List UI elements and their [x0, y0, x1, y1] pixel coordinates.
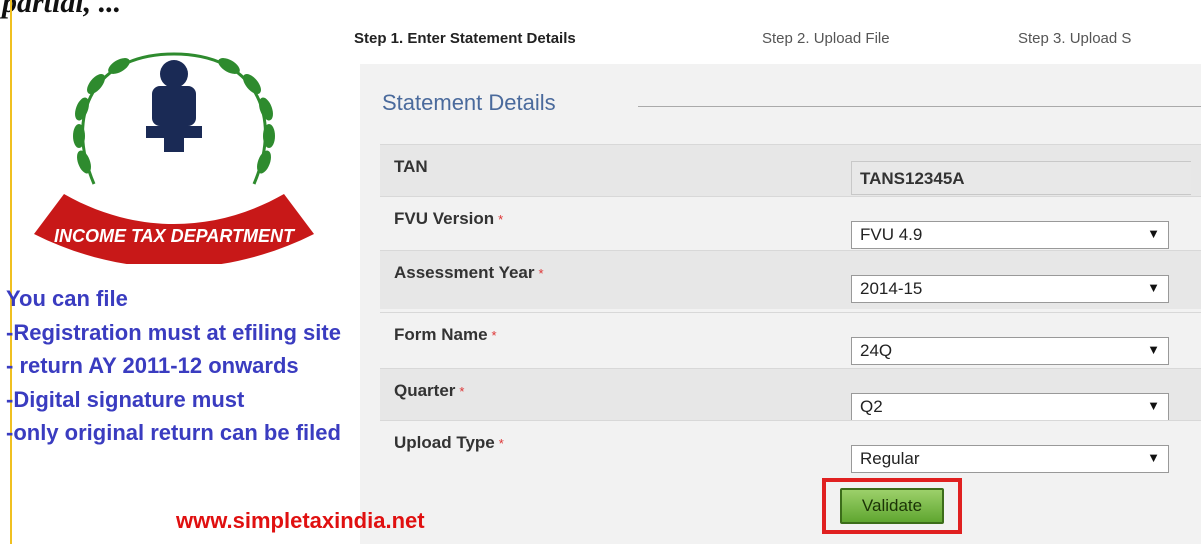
fvu-version-label: FVU Version * — [394, 209, 504, 228]
form-name-label: Form Name * — [394, 325, 497, 344]
section-divider — [638, 106, 1201, 107]
row-upload-type: Upload Type * Regular ▼ — [380, 420, 1201, 479]
step-3[interactable]: Step 3. Upload S — [1018, 30, 1131, 47]
row-form-name: Form Name * 24Q ▼ — [380, 312, 1201, 371]
note-line-4: -only original return can be filed — [6, 420, 341, 445]
upload-type-label: Upload Type * — [394, 433, 504, 452]
row-tan: TAN TANS12345A — [380, 144, 1201, 203]
emblem-ribbon-text: INCOME TAX DEPARTMENT — [54, 226, 296, 246]
website-link[interactable]: www.simpletaxindia.net — [176, 508, 425, 534]
row-fvu-version: FVU Version * FVU 4.9 ▼ — [380, 196, 1201, 255]
step-2[interactable]: Step 2. Upload File — [762, 30, 890, 47]
row-assessment-year: Assessment Year * 2014-15 ▼ — [380, 250, 1201, 309]
caret-down-icon: ▼ — [1147, 226, 1160, 241]
note-line-2: - return AY 2011-12 onwards — [6, 353, 299, 378]
caret-down-icon: ▼ — [1147, 280, 1160, 295]
caret-down-icon: ▼ — [1147, 450, 1160, 465]
left-rule — [10, 0, 12, 544]
assessment-year-label: Assessment Year * — [394, 263, 544, 282]
step-1[interactable]: Step 1. Enter Statement Details — [354, 30, 576, 47]
row-quarter: Quarter * Q2 ▼ — [380, 368, 1201, 427]
note-line-1: -Registration must at efiling site — [6, 320, 341, 345]
quarter-select[interactable]: Q2 ▼ — [851, 393, 1169, 421]
form-name-select[interactable]: 24Q ▼ — [851, 337, 1169, 365]
top-partial-text: partial, ... — [2, 0, 122, 19]
note-line-3: -Digital signature must — [6, 387, 245, 412]
section-title: Statement Details — [382, 90, 556, 115]
tan-label: TAN — [394, 157, 428, 176]
validate-button[interactable]: Validate — [840, 488, 944, 524]
note-heading: You can file — [6, 286, 128, 311]
income-tax-emblem-icon: INCOME TAX DEPARTMENT — [34, 52, 314, 264]
caret-down-icon: ▼ — [1147, 398, 1160, 413]
assessment-year-select[interactable]: 2014-15 ▼ — [851, 275, 1169, 303]
upload-type-select[interactable]: Regular ▼ — [851, 445, 1169, 473]
caret-down-icon: ▼ — [1147, 342, 1160, 357]
quarter-label: Quarter * — [394, 381, 465, 400]
fvu-version-select[interactable]: FVU 4.9 ▼ — [851, 221, 1169, 249]
tan-field: TANS12345A — [851, 161, 1191, 195]
